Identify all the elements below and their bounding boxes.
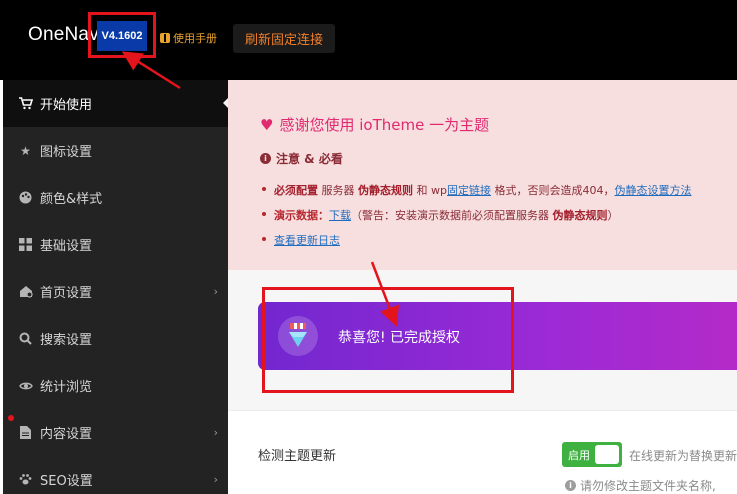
diamond-icon bbox=[278, 316, 318, 356]
chevron-right-icon: › bbox=[213, 473, 218, 486]
note-bold: 伪静态规则 bbox=[358, 184, 413, 197]
note-text: 服务器 bbox=[318, 184, 358, 197]
paw-icon bbox=[18, 472, 33, 487]
sidebar-item-label: 开始使用 bbox=[40, 98, 93, 113]
sidebar-item-colors[interactable]: 颜色&样式 bbox=[3, 174, 228, 221]
sidebar-item-icons[interactable]: ★ 图标设置 bbox=[3, 127, 228, 174]
toggle-label: 启用 bbox=[568, 448, 590, 462]
note-text: （警告：安装演示数据前必须配置服务器 bbox=[351, 209, 553, 222]
version-badge: V4.1602 bbox=[97, 21, 147, 51]
chevron-right-icon: › bbox=[213, 285, 218, 298]
sidebar-item-label: 搜索设置 bbox=[40, 333, 93, 348]
top-header: OneNav V4.1602 使用手册 刷新固定连接 bbox=[0, 0, 737, 80]
sidebar-item-label: 颜色&样式 bbox=[40, 192, 103, 207]
attention-heading: i 注意 & 必看 bbox=[260, 150, 343, 167]
file-icon bbox=[18, 425, 33, 440]
manual-label: 使用手册 bbox=[173, 32, 217, 45]
sidebar-item-start[interactable]: 开始使用 bbox=[3, 80, 229, 127]
warning-text: 请勿修改主题文件夹名称, bbox=[580, 479, 716, 493]
info-icon: i bbox=[260, 153, 271, 164]
sidebar-item-label: SEO设置 bbox=[40, 474, 93, 489]
attention-text: 注意 & 必看 bbox=[276, 152, 343, 166]
book-icon bbox=[160, 33, 170, 43]
refresh-permalink-button[interactable]: 刷新固定连接 bbox=[233, 24, 335, 53]
note-bold: 演示数据： bbox=[274, 209, 329, 222]
notice-panel: ♥ 感谢您使用 ioTheme 一为主题 i 注意 & 必看 必须配置 服务器 … bbox=[228, 80, 737, 270]
list-item: 查看更新日志 bbox=[260, 232, 691, 257]
sidebar-item-label: 统计浏览 bbox=[40, 380, 93, 395]
sidebar-item-label: 首页设置 bbox=[40, 286, 93, 301]
list-item: 必须配置 服务器 伪静态规则 和 wp固定链接 格式，否则会造成404，伪静态设… bbox=[260, 182, 691, 207]
sidebar-item-basic[interactable]: 基础设置 bbox=[3, 221, 228, 268]
main-content: ♥ 感谢您使用 ioTheme 一为主题 i 注意 & 必看 必须配置 服务器 … bbox=[228, 80, 737, 494]
sidebar-item-label: 图标设置 bbox=[40, 145, 93, 160]
app-root: OneNav V4.1602 使用手册 刷新固定连接 开始使用 ★ 图标设置 颜… bbox=[0, 0, 737, 494]
sidebar-item-seo[interactable]: SEO设置 › bbox=[3, 456, 228, 494]
update-settings-panel: 检测主题更新 启用 在线更新为替换更新 i 请勿修改主题文件夹名称, bbox=[228, 410, 737, 494]
eye-icon bbox=[18, 378, 33, 393]
rewrite-guide-link[interactable]: 伪静态设置方法 bbox=[614, 184, 691, 197]
list-item: 演示数据：下载（警告：安装演示数据前必须配置服务器 伪静态规则） bbox=[260, 207, 691, 232]
note-bold: 必须配置 bbox=[274, 184, 318, 197]
note-text: 和 wp bbox=[413, 184, 447, 197]
chevron-right-icon: › bbox=[213, 426, 218, 439]
manual-link[interactable]: 使用手册 bbox=[160, 30, 217, 46]
heart-icon: ♥ bbox=[260, 115, 274, 134]
star-icon: ★ bbox=[20, 143, 31, 158]
notice-title-text: 感谢您使用 ioTheme 一为主题 bbox=[279, 116, 490, 134]
update-description: 在线更新为替换更新 bbox=[629, 449, 737, 463]
palette-icon bbox=[18, 190, 33, 205]
grid-icon bbox=[18, 237, 33, 252]
notice-title: ♥ 感谢您使用 ioTheme 一为主题 bbox=[260, 114, 489, 135]
demo-download-link[interactable]: 下载 bbox=[329, 209, 351, 222]
toggle-knob bbox=[595, 445, 619, 464]
sidebar-item-label: 基础设置 bbox=[40, 239, 93, 254]
license-banner: 恭喜您! 已完成授权 bbox=[258, 302, 737, 370]
info-icon: i bbox=[565, 480, 576, 491]
notice-list: 必须配置 服务器 伪静态规则 和 wp固定链接 格式，否则会造成404，伪静态设… bbox=[260, 182, 691, 257]
app-logo[interactable]: OneNav bbox=[28, 24, 99, 46]
sidebar-item-home[interactable]: 首页设置 › bbox=[3, 268, 228, 315]
note-bold: 伪静态规则 bbox=[552, 209, 608, 222]
update-toggle[interactable]: 启用 bbox=[562, 442, 622, 467]
sidebar-item-content[interactable]: 内容设置 › bbox=[3, 409, 228, 456]
sidebar-item-label: 内容设置 bbox=[40, 427, 93, 442]
update-check-label: 检测主题更新 bbox=[258, 449, 337, 464]
permalink-link[interactable]: 固定链接 bbox=[447, 184, 491, 197]
notification-dot bbox=[8, 415, 14, 421]
note-text: 格式，否则会造成404， bbox=[490, 184, 615, 197]
sidebar-item-search[interactable]: 搜索设置 bbox=[3, 315, 228, 362]
changelog-link[interactable]: 查看更新日志 bbox=[274, 234, 340, 247]
cart-icon bbox=[18, 96, 33, 111]
search-icon bbox=[18, 331, 33, 346]
home-gear-icon bbox=[18, 284, 33, 299]
sidebar: 开始使用 ★ 图标设置 颜色&样式 基础设置 首页设置 › 搜索设置 统计浏览 … bbox=[3, 80, 229, 494]
sidebar-item-stats[interactable]: 统计浏览 bbox=[3, 362, 228, 409]
update-warning: i 请勿修改主题文件夹名称, bbox=[565, 477, 716, 494]
note-text: ） bbox=[607, 209, 619, 222]
license-status-text: 恭喜您! 已完成授权 bbox=[338, 330, 461, 346]
